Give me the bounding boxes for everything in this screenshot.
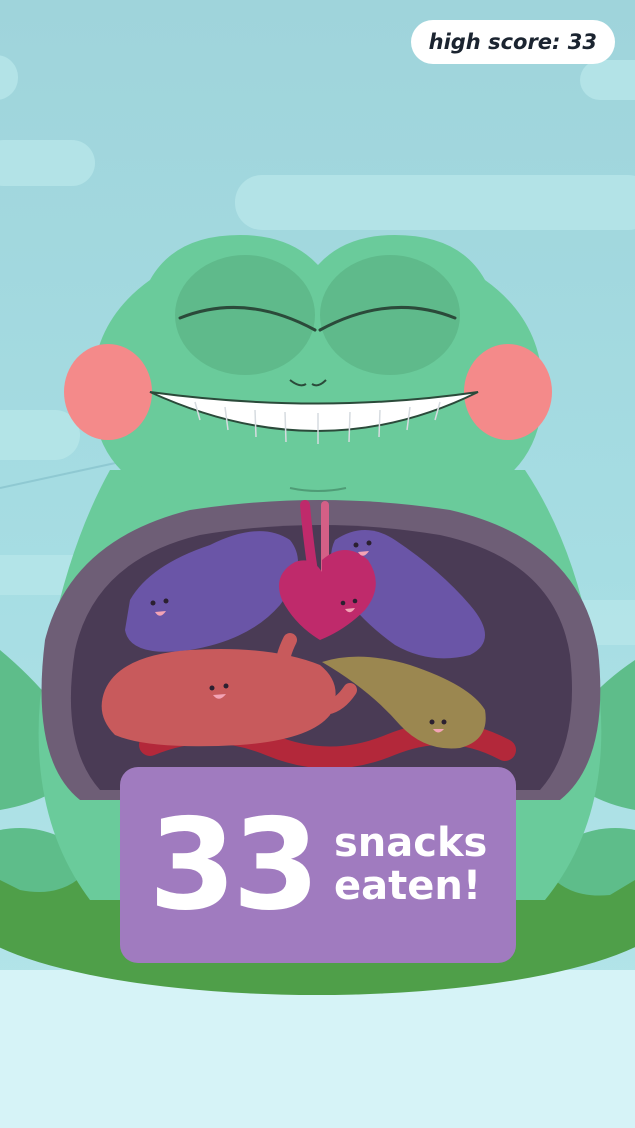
snacks-caption: snacks eaten! bbox=[333, 819, 488, 909]
high-score-badge: high score: 33 bbox=[410, 20, 615, 64]
high-score-label: high score: bbox=[428, 30, 561, 54]
high-score-value: 33 bbox=[567, 30, 597, 54]
left-cheek bbox=[64, 344, 152, 440]
snacks-count: 33 bbox=[148, 791, 320, 938]
high-score-spacer bbox=[560, 30, 567, 54]
snacks-caption-line2: eaten! bbox=[333, 863, 482, 909]
result-panel[interactable]: 33 snacks eaten! bbox=[120, 767, 516, 963]
snacks-caption-line1: snacks bbox=[333, 819, 488, 866]
